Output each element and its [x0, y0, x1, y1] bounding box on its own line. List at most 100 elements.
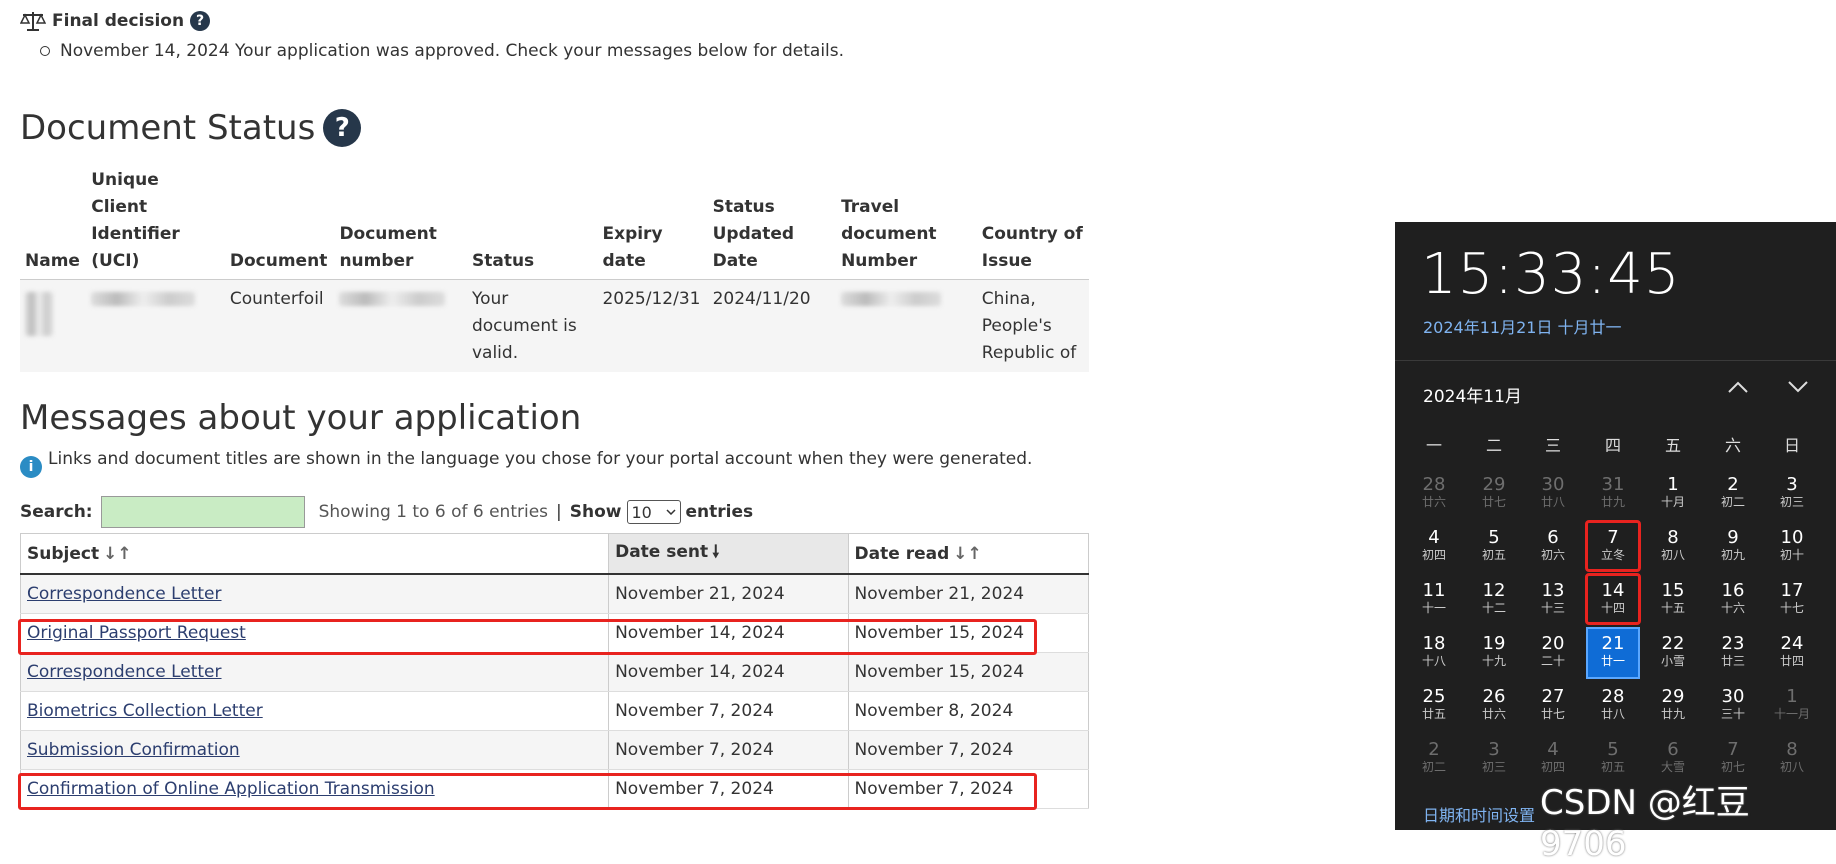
day-number: 23 [1721, 633, 1745, 654]
calendar-day[interactable]: 3 初三 [1469, 735, 1519, 783]
date-sent-column-header[interactable]: Date sent 🠗 [608, 533, 849, 575]
calendar-month[interactable]: 2024年11月 [1423, 382, 1522, 407]
table-row: Counterfoil Your document is valid. 2025… [20, 279, 1089, 372]
column-header: Travel document Number [836, 163, 977, 280]
calendar-day[interactable]: 20 二十 [1528, 629, 1578, 677]
redacted-value [841, 292, 942, 306]
calendar-day[interactable]: 19 十九 [1469, 629, 1519, 677]
clock-date[interactable]: 2024年11月21日 十月廿一 [1423, 314, 1622, 338]
final-decision-item: November 14, 2024 Your application was a… [40, 41, 844, 61]
calendar-day[interactable]: 8 初八 [1648, 523, 1698, 571]
calendar-day[interactable]: 2 初二 [1409, 735, 1459, 783]
column-label: Date read [854, 543, 950, 564]
help-icon[interactable]: ? [323, 109, 362, 147]
date-sent-cell: November 7, 2024 [608, 730, 849, 770]
date-time-settings-link[interactable]: 日期和时间设置 [1423, 802, 1535, 826]
lunar-label: 初七 [1720, 760, 1745, 774]
calendar-day[interactable]: 6 初六 [1528, 523, 1578, 571]
day-number: 5 [1607, 739, 1619, 760]
message-link[interactable]: Submission Confirmation [27, 740, 240, 760]
calendar-day[interactable]: 11 十一 [1409, 576, 1459, 624]
highlight-box [18, 619, 1037, 655]
calendar-day[interactable]: 16 十六 [1708, 576, 1758, 624]
column-header: Document [224, 163, 335, 280]
calendar-day[interactable]: 18 十八 [1409, 629, 1459, 677]
calendar-day[interactable]: 10 初十 [1767, 523, 1817, 571]
chevron-down-icon[interactable] [1787, 380, 1809, 394]
date-read-column-header[interactable]: Date read ↓↑ [847, 533, 1090, 575]
day-number: 8 [1786, 739, 1798, 760]
day-number: 2 [1727, 474, 1739, 495]
calendar-day[interactable]: 22 小雪 [1648, 629, 1698, 677]
page-size-select[interactable]: 10 [626, 500, 681, 524]
calendar-day[interactable]: 21 廿一 [1586, 627, 1640, 679]
weekday-label: 一 [1425, 436, 1442, 455]
lunar-label: 廿八 [1540, 495, 1565, 509]
day-number: 30 [1541, 474, 1565, 495]
table-row: Correspondence Letter November 21, 2024 … [19, 574, 1090, 614]
redacted-value [339, 292, 446, 306]
calendar-day[interactable]: 15 十五 [1648, 576, 1698, 624]
calendar-day[interactable]: 13 十三 [1528, 576, 1578, 624]
weekday-label: 四 [1604, 436, 1621, 455]
message-link[interactable]: Correspondence Letter [27, 584, 222, 604]
day-number: 17 [1780, 580, 1804, 601]
highlight-box [18, 773, 1037, 810]
lunar-label: 十五 [1660, 601, 1685, 615]
page-size-value: 10 [631, 502, 652, 522]
lunar-label: 初八 [1660, 548, 1685, 562]
calendar-day[interactable]: 1 十月 [1648, 470, 1698, 518]
search-input[interactable] [100, 496, 305, 528]
calendar-day[interactable]: 26 廿六 [1469, 682, 1519, 730]
clock-time: 15:33:45 [1421, 242, 1681, 307]
lunar-label: 十六 [1720, 601, 1745, 615]
calendar-day[interactable]: 4 初四 [1409, 523, 1459, 571]
calendar-day[interactable]: 30 三十 [1708, 682, 1758, 730]
calendar-day[interactable]: 2 初二 [1708, 470, 1758, 518]
lunar-label: 廿六 [1421, 495, 1446, 509]
weekday-label: 日 [1783, 436, 1800, 455]
lunar-label: 十二 [1481, 601, 1506, 615]
day-number: 9 [1727, 527, 1739, 548]
calendar-day[interactable]: 24 廿四 [1767, 629, 1817, 677]
date-read-cell: November 21, 2024 [847, 574, 1090, 614]
calendar-day[interactable]: 29 廿七 [1469, 470, 1519, 518]
document-number-cell [334, 279, 467, 372]
document-cell: Counterfoil [224, 279, 335, 372]
calendar-day[interactable]: 5 初五 [1469, 523, 1519, 571]
scales-icon [20, 12, 46, 31]
calendar-day[interactable]: 17 十七 [1767, 576, 1817, 624]
calendar-day[interactable]: 1 十一月 [1767, 682, 1817, 730]
lunar-label: 小雪 [1660, 654, 1685, 668]
calendar-day[interactable]: 31 廿九 [1588, 470, 1638, 518]
calendar-day[interactable]: 28 廿六 [1409, 470, 1459, 518]
date-read-cell: November 8, 2024 [847, 691, 1090, 731]
info-text: Links and document titles are shown in t… [48, 449, 1033, 469]
country-cell: China, People's Republic of [976, 279, 1089, 372]
day-number: 11 [1422, 580, 1446, 601]
name-cell [20, 279, 87, 372]
message-link[interactable]: Correspondence Letter [27, 662, 222, 682]
day-number: 28 [1601, 686, 1625, 707]
calendar-day[interactable]: 25 廿五 [1409, 682, 1459, 730]
table-row: Correspondence Letter November 14, 2024 … [19, 652, 1090, 692]
calendar-day[interactable]: 30 廿八 [1528, 470, 1578, 518]
subject-column-header[interactable]: Subject ↓↑ [19, 533, 610, 575]
calendar-day[interactable]: 23 廿三 [1708, 629, 1758, 677]
day-number: 16 [1721, 580, 1745, 601]
lunar-label: 十七 [1779, 601, 1804, 615]
clock-flyout: 15:33:45 2024年11月21日 十月廿一 2024年11月 一 二 三 四 五… [1395, 222, 1836, 830]
calendar-day[interactable]: 9 初九 [1708, 523, 1758, 571]
help-icon[interactable]: ? [190, 11, 211, 31]
table-row: Biometrics Collection Letter November 7,… [19, 691, 1090, 731]
calendar-day[interactable]: 27 廿七 [1528, 682, 1578, 730]
calendar-day[interactable]: 12 十二 [1469, 576, 1519, 624]
weekday-label: 三 [1544, 436, 1561, 455]
day-number: 28 [1422, 474, 1446, 495]
calendar-day[interactable]: 28 廿八 [1588, 682, 1638, 730]
chevron-up-icon[interactable] [1727, 380, 1749, 394]
calendar-day[interactable]: 3 初三 [1767, 470, 1817, 518]
calendar-day[interactable]: 29 廿九 [1648, 682, 1698, 730]
message-link[interactable]: Biometrics Collection Letter [27, 701, 263, 721]
lunar-label: 初五 [1481, 548, 1506, 562]
